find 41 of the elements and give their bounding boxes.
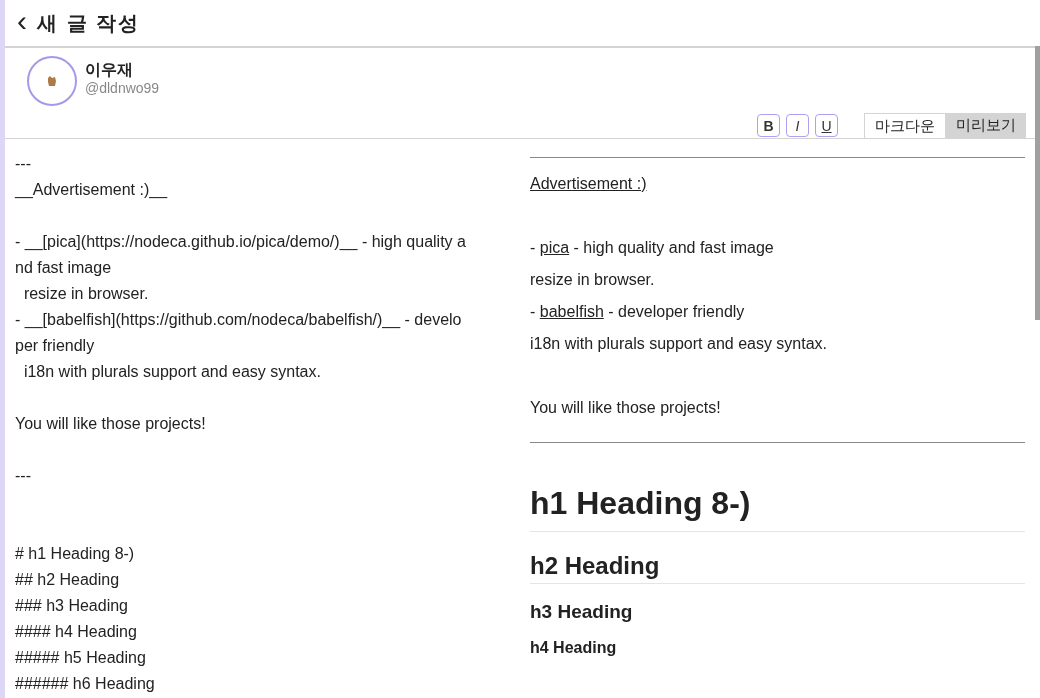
editor-tab[interactable]: 마크다운 bbox=[864, 113, 946, 138]
editor-line: ##### h5 Heading bbox=[15, 648, 147, 668]
editor-line: resize in browser. bbox=[22, 284, 150, 304]
preview-heading: h1 Heading 8-) bbox=[530, 483, 1025, 532]
editor-line: - __[pica](https://nodeca.github.io/pica/demo/)__ - high quality a bbox=[15, 232, 467, 253]
editor-line: --- bbox=[15, 154, 32, 174]
preview-link[interactable]: babelfish bbox=[539, 303, 604, 320]
editor-tab[interactable]: 미리보기 bbox=[946, 113, 1026, 138]
editor-line: #### h4 Heading bbox=[15, 622, 138, 642]
preview-link[interactable]: Advertisement :) bbox=[530, 175, 647, 192]
editor-line: # h1 Heading 8-) bbox=[15, 544, 136, 564]
editor-line: i18n with plurals support and easy syntax. bbox=[22, 362, 322, 382]
editor-line: nd fast image bbox=[15, 258, 113, 278]
preview-heading: h2 Heading bbox=[530, 549, 1025, 584]
editor-line: ### h3 Heading bbox=[15, 596, 129, 616]
editor-line: ## h2 Heading bbox=[15, 570, 121, 590]
preview-text: - bbox=[530, 239, 537, 256]
back-icon[interactable]: ‹ bbox=[17, 6, 27, 36]
editor-line: __Advertisement :)__ bbox=[15, 180, 169, 201]
preview-heading: h4 Heading bbox=[530, 638, 618, 659]
dog-icon bbox=[46, 75, 58, 87]
preview-text: i18n with plurals support and easy syntax. bbox=[530, 335, 828, 352]
editor-line: --- bbox=[15, 466, 32, 486]
scrollbar[interactable] bbox=[1035, 46, 1040, 320]
preview-heading: h3 Heading bbox=[530, 599, 634, 624]
preview-text: - bbox=[530, 303, 537, 320]
editor-line: per friendly bbox=[15, 336, 96, 356]
format-button[interactable]: B bbox=[757, 114, 780, 137]
editor-line: ###### h6 Heading bbox=[15, 674, 156, 694]
preview-link[interactable]: pica bbox=[539, 239, 570, 256]
format-button[interactable]: U bbox=[815, 114, 838, 137]
page-title: 새 글 작성 bbox=[37, 11, 141, 36]
editor-line: - __[babelfish](https://github.com/nodeca/babelfish/)__ - develo bbox=[15, 310, 463, 331]
preview-text: - high quality and fast image bbox=[572, 239, 774, 256]
preview-text: - developer friendly bbox=[607, 303, 745, 320]
preview-text: You will like those projects! bbox=[530, 399, 721, 416]
format-button[interactable]: I bbox=[786, 114, 809, 137]
user-handle: @dldnwo99 bbox=[85, 80, 160, 96]
editor-line: You will like those projects! bbox=[15, 414, 207, 434]
preview-text: resize in browser. bbox=[530, 271, 655, 288]
user-name: 이우재 bbox=[85, 60, 134, 80]
